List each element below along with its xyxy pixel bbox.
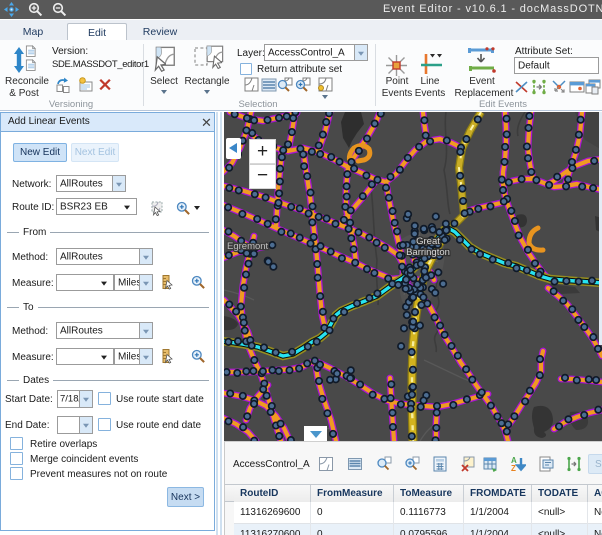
svg-text:Barrington: Barrington (406, 247, 450, 258)
svg-text:Egremont: Egremont (227, 241, 269, 252)
svg-text:Z: Z (511, 464, 516, 472)
svg-text:Great: Great (416, 236, 440, 247)
